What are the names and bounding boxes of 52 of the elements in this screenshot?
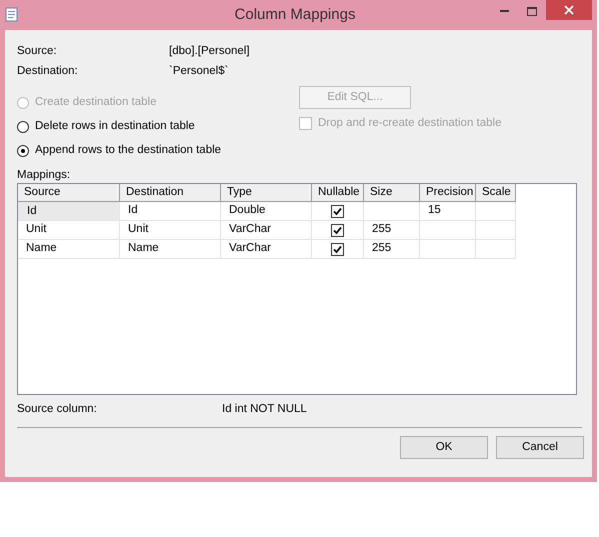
close-button[interactable]: [546, 0, 592, 20]
table-cell[interactable]: [476, 202, 516, 221]
maximize-icon: [527, 6, 537, 16]
table-cell[interactable]: VarChar: [221, 240, 312, 259]
dialog-button[interactable]: Cancel: [496, 436, 584, 459]
field-value: Id int NOT NULL: [222, 402, 307, 418]
checkbox[interactable]: [331, 242, 344, 256]
table-cell[interactable]: Name: [18, 240, 120, 259]
column-header[interactable]: Nullable: [312, 184, 364, 202]
radio-option[interactable]: Delete rows in destination table: [17, 115, 299, 139]
table-cell[interactable]: VarChar: [221, 221, 312, 240]
checkbox-label: Drop and re-create destination table: [318, 116, 502, 131]
section-label: Mappings:: [17, 168, 72, 183]
table-cell[interactable]: 255: [364, 240, 420, 259]
table-cell[interactable]: Id: [18, 202, 120, 221]
table-cell[interactable]: [420, 240, 476, 259]
table-cell[interactable]: Id: [120, 202, 221, 221]
table-cell[interactable]: Unit: [18, 221, 120, 240]
checkmark-icon: [333, 226, 342, 234]
column-header[interactable]: Source: [18, 184, 120, 202]
table-cell[interactable]: [476, 240, 516, 259]
field-label: Source column:: [17, 402, 98, 418]
column-header[interactable]: Precision: [420, 184, 476, 202]
table-cell[interactable]: [312, 202, 364, 221]
dialog-button[interactable]: OK: [400, 436, 488, 459]
table-cell[interactable]: 255: [364, 221, 420, 240]
table-cell[interactable]: [420, 221, 476, 240]
table-cell[interactable]: Unit: [120, 221, 221, 240]
table-cell[interactable]: Name: [120, 240, 221, 259]
table-cell[interactable]: [364, 202, 420, 221]
column-header[interactable]: Destination: [120, 184, 221, 202]
close-icon: [564, 5, 574, 15]
checkmark-icon: [333, 206, 342, 216]
column-header[interactable]: Scale: [476, 184, 516, 202]
table-cell[interactable]: [312, 240, 364, 259]
field-label: Source:: [17, 44, 58, 60]
column-header[interactable]: Type: [221, 184, 312, 202]
table-cell[interactable]: [312, 221, 364, 240]
checkmark-icon: [333, 244, 342, 254]
checkbox[interactable]: [331, 204, 344, 218]
field-label: Destination:: [17, 64, 79, 80]
minimize-icon: [500, 10, 508, 12]
window-title: Column Mappings: [234, 4, 356, 25]
field-value: `Personel$`: [169, 64, 228, 80]
checkbox[interactable]: [331, 224, 344, 236]
radio-option[interactable]: Append rows to the destination table: [17, 139, 299, 163]
column-header[interactable]: Size: [364, 184, 420, 202]
document-icon: [5, 7, 19, 23]
table-cell[interactable]: Double: [221, 202, 312, 221]
table-cell[interactable]: [476, 221, 516, 240]
field-value: [dbo].[Personel]: [169, 44, 250, 60]
table-cell[interactable]: 15: [420, 202, 476, 221]
